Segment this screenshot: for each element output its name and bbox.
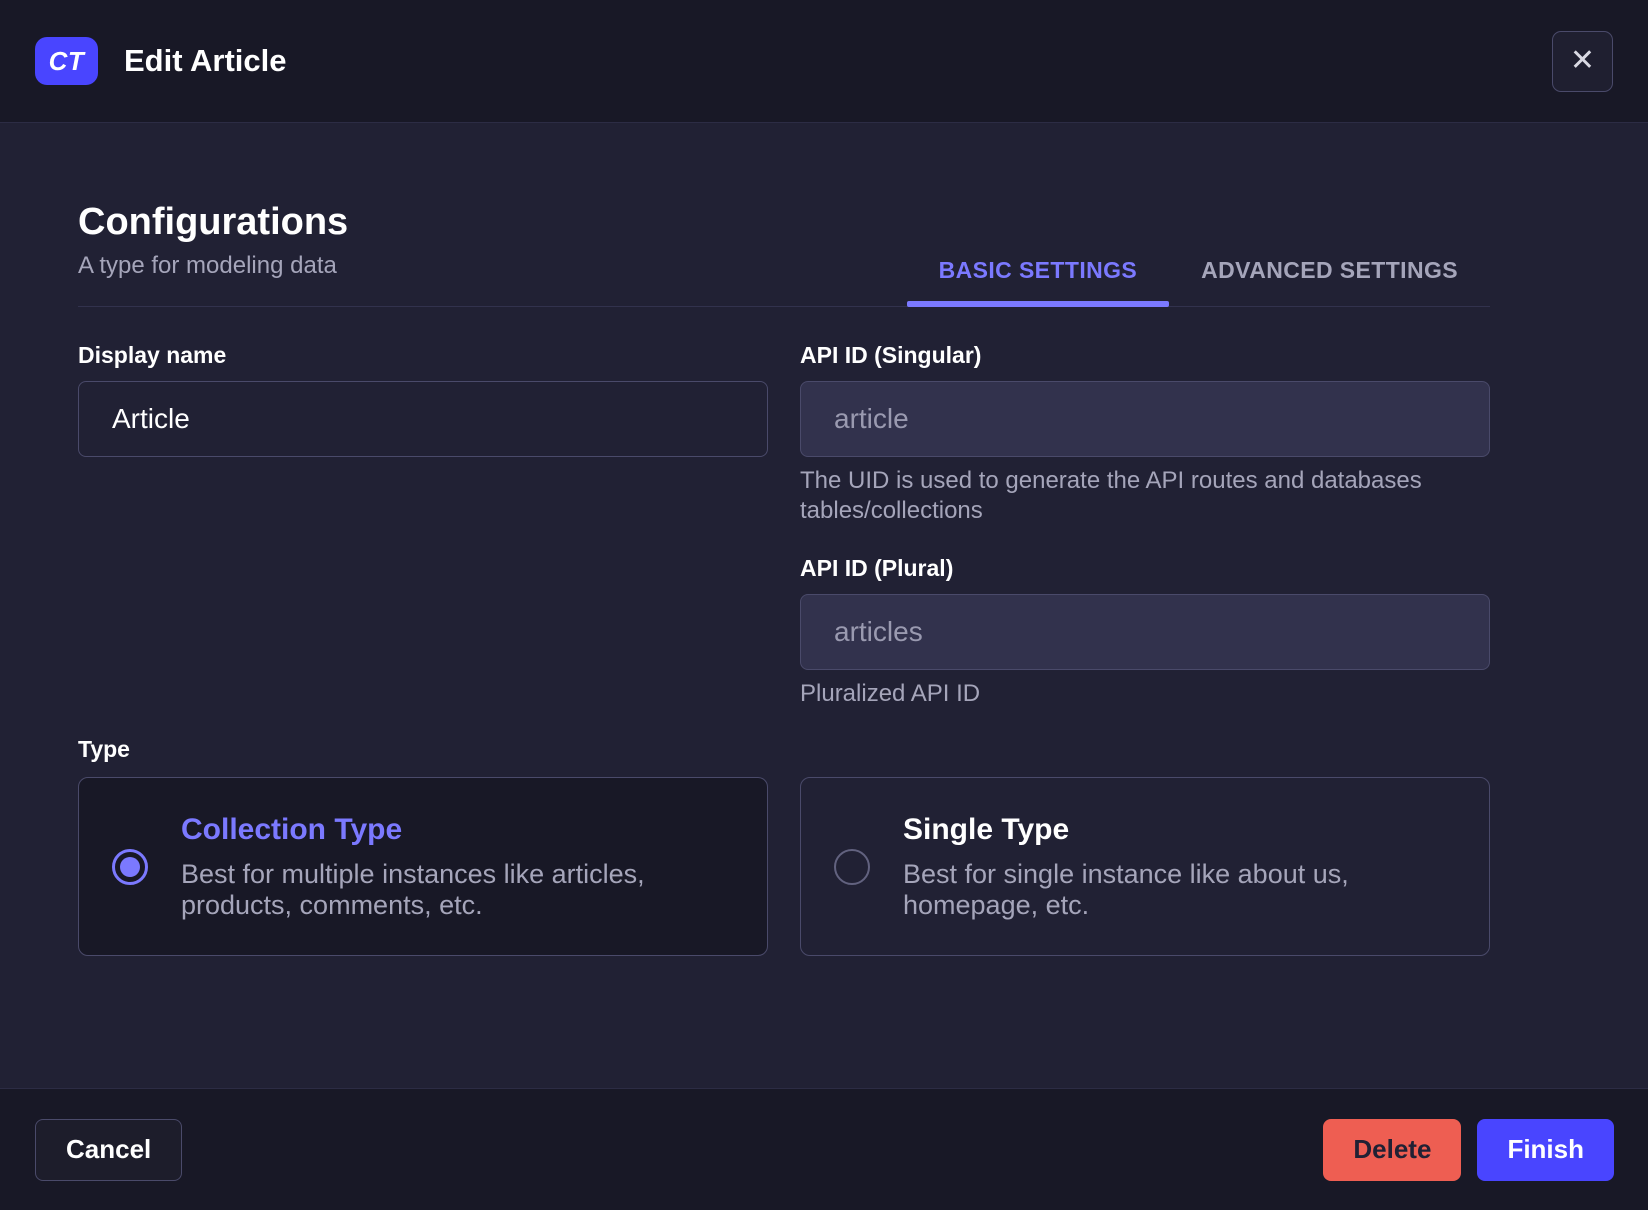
radio-selected-icon[interactable] (112, 848, 148, 885)
type-option-single[interactable]: Single Type Best for single instance lik… (800, 777, 1490, 956)
close-icon: ✕ (1569, 44, 1596, 77)
close-button[interactable]: ✕ (1552, 30, 1613, 92)
type-option-text: Collection Type Best for multiple instan… (181, 813, 737, 921)
radio-dot (842, 857, 862, 877)
content-type-badge-icon: CT (35, 37, 98, 85)
delete-button[interactable]: Delete (1323, 1118, 1462, 1181)
edit-content-type-modal: CT Edit Article ✕ Configurations A type … (0, 0, 1648, 1210)
page-subtitle: A type for modeling data (78, 252, 337, 279)
api-id-plural-label: API ID (Plural) (800, 555, 954, 581)
type-section: Type Collection Type Best for multiple i… (78, 735, 1490, 956)
single-type-title: Single Type (903, 812, 1070, 846)
modal-footer: Cancel Delete Finish (0, 1088, 1648, 1210)
display-name-label: Display name (78, 342, 227, 368)
section-head: Configurations A type for modeling data … (78, 200, 1490, 307)
modal-body: Configurations A type for modeling data … (0, 123, 1648, 1088)
display-name-input[interactable] (78, 381, 768, 457)
single-type-description: Best for single instance like about us, … (903, 858, 1349, 920)
tab-advanced-settings[interactable]: ADVANCED SETTINGS (1169, 257, 1490, 306)
collection-type-title: Collection Type (181, 812, 403, 846)
modal-title: Edit Article (124, 43, 287, 78)
radio-unselected-icon[interactable] (834, 848, 870, 885)
api-id-singular-input[interactable] (800, 381, 1490, 457)
api-id-singular-hint: The UID is used to generate the API rout… (800, 467, 1422, 524)
section-titles: Configurations A type for modeling data (78, 200, 348, 306)
collection-type-description: Best for multiple instances like article… (181, 858, 645, 920)
api-id-plural-input[interactable] (800, 594, 1490, 670)
type-option-text: Single Type Best for single instance lik… (903, 813, 1459, 921)
configuration-form: Display name API ID (Singular) The UID i… (78, 341, 1490, 709)
api-id-singular-label: API ID (Singular) (800, 342, 982, 368)
api-id-singular-field-group: API ID (Singular) The UID is used to gen… (800, 341, 1490, 526)
settings-tabs: BASIC SETTINGS ADVANCED SETTINGS (906, 257, 1490, 307)
type-label: Type (78, 736, 130, 762)
type-option-collection[interactable]: Collection Type Best for multiple instan… (78, 777, 768, 956)
tab-basic-settings[interactable]: BASIC SETTINGS (906, 257, 1170, 307)
modal-header: CT Edit Article ✕ (0, 0, 1648, 123)
page-title: Configurations (78, 201, 349, 243)
api-id-plural-field-group: API ID (Plural) Pluralized API ID (800, 554, 1490, 709)
radio-dot (120, 856, 140, 877)
display-name-field-group: Display name (78, 341, 768, 457)
type-options: Collection Type Best for multiple instan… (78, 777, 1490, 956)
cancel-button[interactable]: Cancel (35, 1118, 183, 1181)
finish-button[interactable]: Finish (1477, 1118, 1614, 1181)
api-id-plural-hint: Pluralized API ID (800, 680, 981, 707)
